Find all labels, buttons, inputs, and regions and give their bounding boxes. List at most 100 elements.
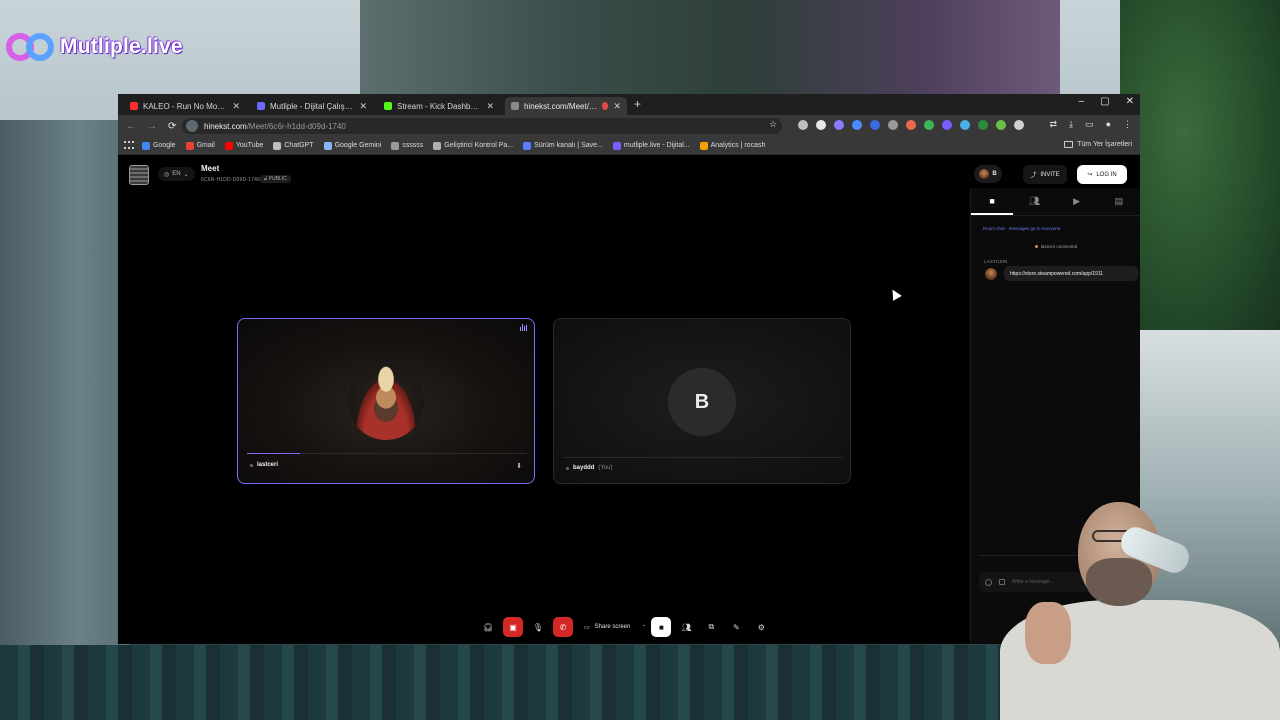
all-bookmarks[interactable]: Tüm Yer İşaretleri	[1064, 141, 1132, 148]
login-button[interactable]: ↪ LOG IN	[1077, 165, 1127, 184]
extension-icon[interactable]	[942, 120, 952, 130]
browser-tab[interactable]: Mutliple - Dijital Çalışma Alanın ✕	[251, 97, 373, 115]
bookmark-chatgpt[interactable]: ChatGPT	[273, 141, 314, 150]
bookmark-devconsole[interactable]: Geliştirici Kontrol Pa...	[433, 141, 513, 150]
microphone-icon: 🎙︎	[532, 622, 544, 632]
tab-files[interactable]: ▤	[1098, 188, 1140, 215]
sidebar-tabs: ■ 👥︎ ▶ ▤	[971, 188, 1140, 216]
address-bar[interactable]: hinekst.com /Meet/6c6r-h1dd-d09d-1740	[182, 118, 782, 134]
extension-icon[interactable]	[888, 120, 898, 130]
menu-kebab-icon[interactable]: ⋮	[1123, 119, 1132, 130]
tab-participants[interactable]: 👥︎	[1013, 188, 1055, 215]
close-tab-icon[interactable]: ✕	[232, 101, 240, 112]
bookmark-gmail[interactable]: Gmail	[185, 141, 215, 150]
message-bubble[interactable]: https://store.steampowered.com/app/1911	[1004, 266, 1138, 281]
extension-icon[interactable]	[798, 120, 808, 130]
extension-icon[interactable]	[852, 120, 862, 130]
bookmark-label: mutliple.live - Dijital...	[623, 142, 690, 149]
apps-dot	[124, 146, 126, 149]
pin-icon[interactable]: ⬇	[516, 462, 522, 470]
cast-icon[interactable]: ▭	[1085, 119, 1094, 130]
extension-icons	[798, 120, 1024, 130]
chat-bubble-icon: ■	[989, 195, 995, 206]
avatar	[979, 169, 990, 179]
app-logo-icon[interactable]	[129, 165, 149, 185]
browser-tab-active[interactable]: hinekst.com/Meet/6c6r-h1 ✕	[505, 97, 627, 115]
avatar	[985, 268, 997, 280]
bookmark-youtube[interactable]: YouTube	[224, 141, 263, 150]
youtube-favicon-icon	[130, 102, 138, 110]
gear-icon: ⚙	[757, 622, 765, 632]
bookmark-gemini[interactable]: Google Gemini	[323, 141, 381, 150]
participant-name: lastceri	[257, 462, 279, 468]
microphone-button[interactable]: 🎙︎	[528, 617, 548, 637]
reload-icon[interactable]: ⟳	[168, 121, 176, 132]
site-info-icon[interactable]	[186, 120, 198, 132]
chevron-up-icon[interactable]: ⌃	[641, 624, 646, 631]
close-tab-icon[interactable]: ✕	[359, 101, 367, 112]
tab-chat[interactable]: ■	[971, 188, 1014, 215]
layout-button[interactable]: ⧉	[701, 617, 721, 637]
extension-icon[interactable]	[870, 120, 880, 130]
visibility-badge: 🔓︎ PUBLIC	[260, 175, 291, 183]
close-tab-icon[interactable]: ✕	[613, 101, 621, 112]
bookmark-mutliple[interactable]: mutliple.live - Dijital...	[612, 141, 690, 150]
minimize-icon[interactable]: –	[1079, 96, 1085, 107]
extensions-puzzle-icon[interactable]	[1014, 120, 1024, 130]
audio-bar	[524, 326, 525, 331]
settings-button[interactable]: ⚙	[751, 617, 771, 637]
extension-icon[interactable]	[834, 120, 844, 130]
bookmark-google[interactable]: Google	[142, 141, 176, 150]
bookmark-analytics[interactable]: Analytics | rocash	[699, 141, 765, 150]
forward-icon[interactable]: →	[147, 121, 157, 132]
maximize-icon[interactable]: ▢	[1100, 96, 1109, 107]
translate-icon[interactable]: ⇄	[1050, 119, 1058, 130]
youtube-icon	[224, 141, 233, 150]
room-id: 6C6R-H1DD-D09D-1740	[201, 177, 261, 183]
download-icon[interactable]: ⤓	[1069, 119, 1073, 130]
new-tab-icon[interactable]: +	[634, 97, 641, 111]
language-selector[interactable]: ◎ EN ⌄	[158, 167, 195, 181]
tab-strip: KALEO - Run No More (Official ✕ Mutliple…	[118, 94, 1140, 115]
chat-banner: Room chat · messages go to everyone	[983, 226, 1061, 231]
close-tab-icon[interactable]: ✕	[486, 101, 494, 112]
extension-icon[interactable]	[924, 120, 934, 130]
back-icon[interactable]: ←	[126, 121, 136, 132]
draw-button[interactable]: ✎	[726, 617, 746, 637]
share-screen-button[interactable]: ▭ Share screen	[578, 617, 636, 637]
login-icon: ↪	[1087, 172, 1093, 178]
apps-grid-icon[interactable]	[124, 140, 134, 151]
bookmark-folder[interactable]: ssssss	[391, 141, 423, 150]
profile-icon[interactable]: ●	[1106, 119, 1111, 130]
extension-icon[interactable]	[996, 120, 1006, 130]
stop-button[interactable]: ■	[651, 617, 672, 637]
window-controls: – ▢ ✕	[1079, 96, 1134, 107]
extension-icon[interactable]	[816, 120, 826, 130]
gmail-icon	[185, 141, 194, 150]
layout-icon: ⧉	[708, 622, 715, 631]
bookmark-release[interactable]: Sürüm kanalı | Save...	[523, 141, 603, 150]
browser-tab[interactable]: KALEO - Run No More (Official ✕	[124, 97, 246, 115]
language-code: EN	[172, 171, 181, 177]
headphones-button[interactable]: 🎧︎	[478, 617, 498, 637]
extension-icon[interactable]	[978, 120, 988, 130]
participants-pill[interactable]: B	[974, 165, 1002, 183]
extension-icon[interactable]	[906, 120, 916, 130]
invite-button[interactable]: ⤴ INVITE	[1023, 165, 1067, 184]
browser-tab[interactable]: Stream - Kick Dashboard ✕	[378, 97, 500, 115]
participant-tile[interactable]: B bayddd (You)	[553, 318, 851, 484]
participant-tile-speaking[interactable]: lastceri ⬇	[237, 318, 535, 484]
close-window-icon[interactable]: ✕	[1126, 96, 1134, 107]
bookmark-star-icon[interactable]: ☆	[769, 119, 777, 130]
bookmarks-bar: Google Gmail YouTube ChatGPT Google Gemi…	[118, 137, 1140, 155]
leave-call-button[interactable]: ✆	[553, 617, 573, 637]
avatar-initial-circle: B	[668, 368, 736, 436]
release-icon	[523, 141, 532, 150]
extension-icon[interactable]	[960, 120, 970, 130]
tab-title: KALEO - Run No More (Official	[143, 101, 227, 111]
participants-button[interactable]: 👥︎	[676, 617, 696, 637]
recording-indicator-icon	[602, 102, 609, 110]
tab-media[interactable]: ▶	[1056, 188, 1098, 215]
audio-bar	[522, 324, 523, 331]
camera-off-button[interactable]: ▣	[503, 617, 523, 637]
